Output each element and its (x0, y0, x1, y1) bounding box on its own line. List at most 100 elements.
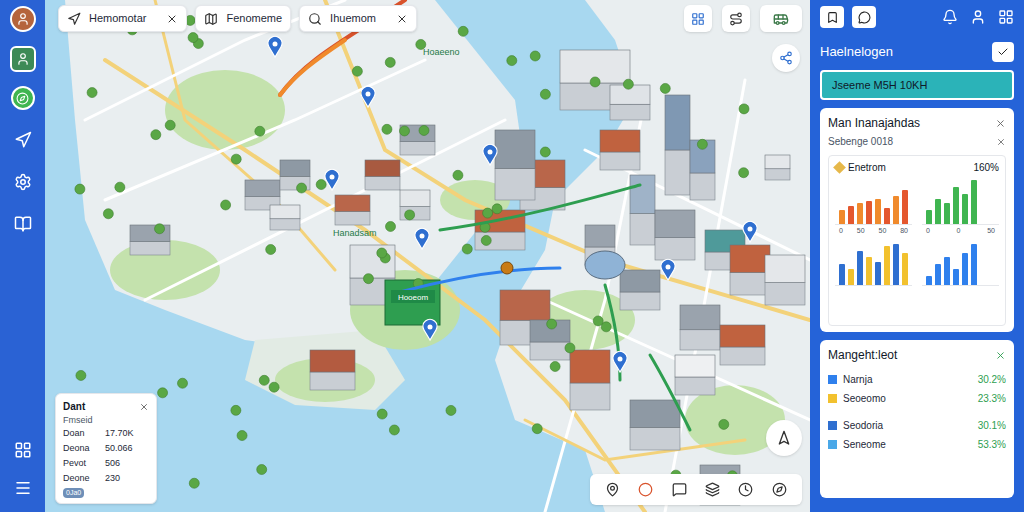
chart-bar (857, 203, 863, 224)
sidebar-item[interactable] (11, 438, 35, 462)
chart-bar (884, 246, 890, 285)
chat-button[interactable] (852, 6, 876, 28)
chart-tick: 80 (900, 225, 908, 236)
sidebar-item[interactable] (11, 170, 35, 194)
chart-bar (971, 244, 977, 285)
routes (280, 0, 690, 430)
legend-swatch (828, 440, 837, 449)
chart-bar (944, 203, 950, 224)
info-row: Doan17.70K (63, 426, 149, 441)
map-tab[interactable]: Fenomeme (195, 5, 291, 32)
circle-icon (638, 482, 653, 497)
chart-bar (902, 253, 908, 285)
buildings (130, 50, 805, 505)
sidebar-item[interactable] (11, 212, 35, 236)
bar-chart: 0 0 50 (922, 179, 999, 236)
transit-button[interactable] (760, 5, 802, 32)
chart-tick: 0 (926, 225, 930, 236)
tab-bar: Hemomotar Fenomeme Ihuemom (58, 5, 417, 32)
toolbar-button[interactable] (668, 479, 690, 501)
chart-bar (953, 269, 959, 285)
map-tab[interactable]: Ihuemom (299, 5, 417, 32)
close-icon[interactable] (996, 137, 1006, 147)
roads (85, 0, 810, 512)
legend-row: Seodoria30.1% (828, 418, 1006, 433)
map-pins[interactable] (268, 36, 757, 372)
check-icon (997, 46, 1009, 58)
locate-button[interactable] (766, 420, 802, 456)
toolbar-button[interactable] (635, 479, 657, 501)
legend-row: Narnja30.2% (828, 372, 1006, 387)
toolbar-button[interactable] (768, 479, 790, 501)
tab-icon (67, 12, 81, 26)
close-icon[interactable] (396, 13, 408, 25)
share-button[interactable] (772, 44, 800, 72)
side-panel: HaelnelogenJseeme M5H 10KHMan Inanajahda… (810, 0, 1024, 512)
avatar[interactable] (10, 46, 36, 72)
map[interactable]: HoaeenoHanadsamHooeomHemomotar Fenomeme Ih… (45, 0, 810, 512)
primary-button[interactable]: Jseeme M5H 10KH (820, 70, 1014, 100)
info-tag[interactable]: 0Ja0 (63, 488, 84, 498)
bell-icon[interactable] (942, 9, 958, 25)
toolbar-button[interactable] (702, 479, 724, 501)
map-tab[interactable]: Hemomotar (58, 5, 187, 32)
bar-chart (922, 240, 999, 297)
chart-bar (875, 199, 881, 224)
close-icon[interactable] (166, 13, 178, 25)
info-card: DantFmseidDoan17.70KDeona50.066Pevot506D… (55, 393, 157, 504)
map-canvas[interactable]: HoaeenoHanadsamHooeom (45, 0, 810, 512)
land (495, 0, 810, 512)
sidebar (0, 0, 45, 512)
sidebar-item[interactable] (11, 476, 35, 500)
trees (75, 15, 749, 490)
chart-tick: 0 (839, 225, 843, 236)
bookmark-icon (826, 11, 839, 24)
avatar[interactable] (10, 6, 36, 32)
toolbar-button[interactable] (602, 479, 624, 501)
toolbar-button[interactable] (735, 479, 757, 501)
chat-icon (858, 11, 871, 24)
grid-icon[interactable] (998, 9, 1014, 25)
layers-icon (705, 482, 720, 497)
user-icon[interactable] (970, 9, 986, 25)
clock-icon (738, 482, 753, 497)
grid-button[interactable] (684, 5, 712, 32)
chart-bar (857, 251, 863, 286)
compass-button[interactable] (11, 86, 35, 110)
chart-bar (875, 262, 881, 285)
chart-bar (944, 257, 950, 285)
legend-swatch (828, 394, 837, 403)
navigation-icon (14, 131, 32, 149)
tab-icon (308, 12, 322, 26)
route-button[interactable] (722, 5, 750, 32)
sidebar-item[interactable] (11, 128, 35, 152)
confirm-button[interactable] (992, 42, 1014, 62)
chart-bar (866, 257, 872, 285)
chart-bar (884, 208, 890, 224)
map-controls (684, 5, 802, 32)
chart-bar (926, 276, 932, 285)
share-icon (779, 51, 793, 65)
chart-tick: 50 (987, 225, 995, 236)
map-toolbar (590, 474, 802, 505)
chart-bar (839, 210, 845, 224)
navigation-icon (776, 430, 792, 446)
chart-tick: 50 (878, 225, 886, 236)
close-icon[interactable] (995, 350, 1006, 361)
user-icon (16, 52, 30, 66)
chart-bar (962, 194, 968, 224)
overview-card: Man InanajahdasSebenge 0018Enetrom160%05… (820, 108, 1014, 332)
map-label: Hanadsam (333, 228, 377, 238)
bookmark-button[interactable] (820, 6, 844, 28)
settings-icon (14, 173, 32, 191)
close-icon[interactable] (995, 118, 1006, 129)
stats-card: Enetrom160%05050800050 (828, 155, 1006, 326)
legend-card: Mangeht:leotNarnja30.2%Seoeomo23.3%Seodo… (820, 340, 1014, 498)
close-icon[interactable] (139, 402, 149, 412)
chart-bar (902, 190, 908, 225)
book-icon (14, 215, 32, 233)
route-icon (729, 12, 743, 26)
tab-icon (204, 12, 218, 26)
chart-tick: 0 (957, 225, 961, 236)
chart-bar (893, 196, 899, 224)
